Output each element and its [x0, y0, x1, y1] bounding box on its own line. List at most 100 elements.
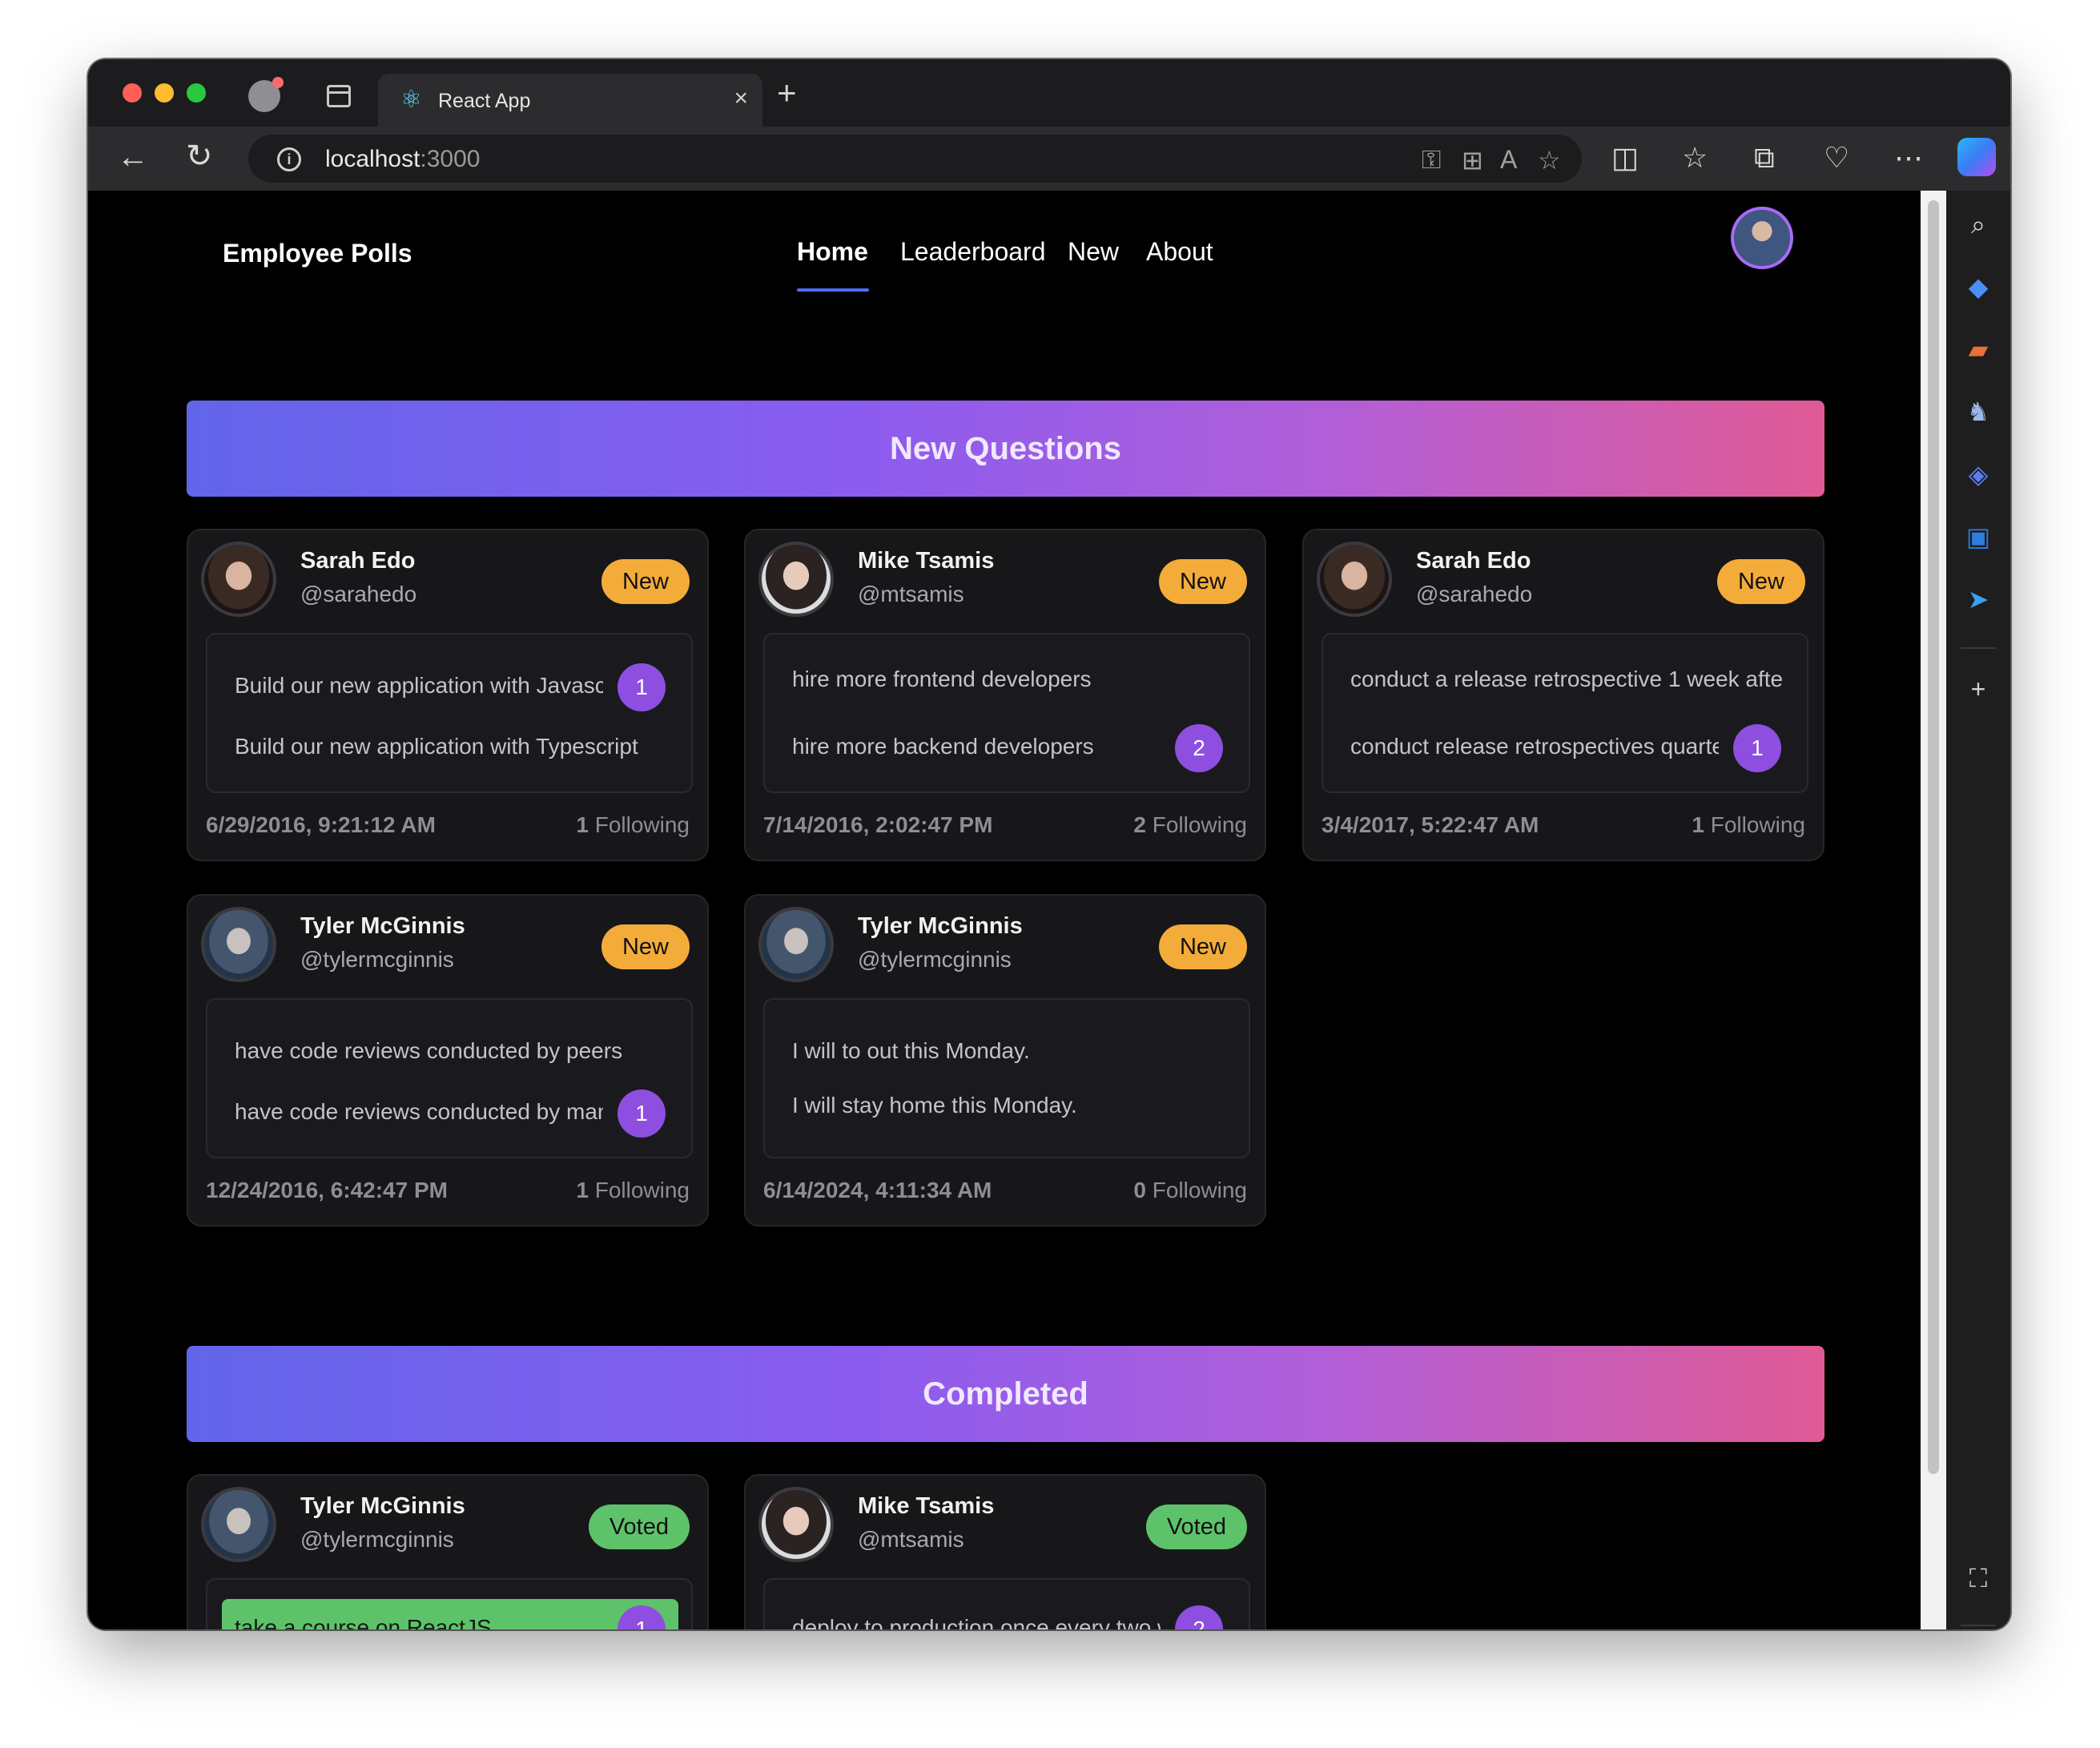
author-avatar	[758, 907, 834, 982]
author-name: Tyler McGinnis	[858, 913, 1023, 939]
favorite-star-icon[interactable]: ☆	[1538, 145, 1561, 175]
url-field[interactable]: i localhost:3000 ⚿ ⊞ A ☆	[248, 135, 1582, 183]
vote-count-badge: 1	[618, 1605, 666, 1629]
collections-icon[interactable]: ⧉	[1754, 141, 1775, 175]
poll-card-completed[interactable]: Tyler McGinnis @tylermcginnis Voted take…	[187, 1474, 709, 1629]
nav-home[interactable]: Home	[797, 237, 868, 267]
close-window-button[interactable]	[123, 83, 142, 103]
poll-option-two[interactable]: I will stay home this Monday.	[779, 1077, 1236, 1136]
reload-icon[interactable]: ↻	[186, 138, 213, 175]
favorites-icon[interactable]: ☆	[1682, 141, 1708, 175]
page-scrollbar[interactable]	[1921, 191, 1946, 1629]
poll-options: deploy to production once every two week…	[763, 1578, 1250, 1629]
browser-essentials-icon[interactable]: ♡	[1824, 141, 1849, 175]
poll-card[interactable]: Tyler McGinnis @tylermcginnis New have c…	[187, 894, 709, 1226]
sidebar-divider	[1961, 1625, 1996, 1626]
apps-icon[interactable]: ⊞	[1462, 145, 1483, 175]
poll-option-one[interactable]: have code reviews conducted by peers	[222, 1022, 678, 1081]
option-text: I will stay home this Monday.	[792, 1093, 1077, 1118]
nav-leaderboard[interactable]: Leaderboard	[900, 237, 1045, 267]
author-name: Mike Tsamis	[858, 1493, 995, 1519]
following-count: 1 Following	[576, 812, 690, 837]
poll-option-two[interactable]: conduct release retrospectives quarterly…	[1338, 718, 1794, 777]
maximize-window-button[interactable]	[187, 83, 206, 103]
status-badge: Voted	[1145, 1504, 1247, 1549]
poll-option-one[interactable]: I will to out this Monday.	[779, 1022, 1236, 1081]
shopping-tag-icon[interactable]: ◆	[1961, 269, 1996, 304]
address-bar: ← ↻ i localhost:3000 ⚿ ⊞ A ☆ ◫ ☆ ⧉ ♡ ⋯	[88, 127, 2010, 191]
poll-option-selected[interactable]: take a course on ReactJS 1	[222, 1599, 678, 1629]
author-name: Tyler McGinnis	[300, 1493, 465, 1519]
tab-actions-icon[interactable]	[327, 85, 351, 107]
author-avatar	[201, 1487, 276, 1562]
status-badge: New	[601, 559, 690, 604]
option-text: have code reviews conducted by managers	[235, 1099, 603, 1124]
url-text: localhost:3000	[325, 146, 481, 172]
poll-card[interactable]: Sarah Edo @sarahedo New conduct a releas…	[1302, 529, 1824, 861]
option-text: hire more backend developers	[792, 734, 1094, 759]
poll-date: 6/29/2016, 9:21:12 AM	[206, 812, 436, 837]
poll-option-one[interactable]: hire more frontend developers	[779, 650, 1236, 710]
author-handle: @tylermcginnis	[858, 947, 1012, 972]
outlook-icon[interactable]: ▣	[1961, 519, 1996, 554]
microsoft-365-icon[interactable]: ◈	[1961, 457, 1996, 492]
back-arrow-icon[interactable]: ←	[117, 139, 149, 175]
react-logo-icon: ⚛	[400, 87, 422, 113]
poll-card-completed[interactable]: Mike Tsamis @mtsamis Voted deploy to pro…	[744, 1474, 1266, 1629]
search-icon[interactable]: ⌕	[1961, 207, 1996, 242]
tools-briefcase-icon[interactable]: ▰	[1961, 332, 1996, 367]
author-handle: @sarahedo	[300, 582, 417, 606]
nav-about[interactable]: About	[1146, 237, 1213, 267]
option-text: deploy to production once every two week…	[792, 1615, 1161, 1629]
browser-profile-icon[interactable]	[248, 77, 284, 112]
author-name: Tyler McGinnis	[300, 913, 465, 939]
copilot-icon[interactable]	[1957, 138, 1996, 176]
poll-card[interactable]: Sarah Edo @sarahedo New Build our new ap…	[187, 529, 709, 861]
poll-option-two[interactable]: Build our new application with Typescrip…	[222, 718, 678, 777]
author-avatar	[758, 542, 834, 617]
minimize-window-button[interactable]	[155, 83, 174, 103]
vote-count-badge: 1	[618, 663, 666, 711]
poll-date: 6/14/2024, 4:11:34 AM	[763, 1178, 992, 1202]
read-aloud-icon[interactable]: A	[1500, 145, 1517, 175]
scrollbar-thumb[interactable]	[1928, 200, 1939, 1474]
poll-date: 12/24/2016, 6:42:47 PM	[206, 1178, 448, 1202]
more-menu-icon[interactable]: ⋯	[1894, 141, 1923, 175]
vote-count-badge: 1	[1733, 724, 1781, 772]
tab-react-app[interactable]: ⚛ React App ×	[378, 74, 762, 127]
key-icon[interactable]: ⚿	[1422, 145, 1441, 175]
split-screen-icon[interactable]: ◫	[1611, 141, 1639, 175]
option-text: take a course on ReactJS	[235, 1615, 492, 1629]
games-icon[interactable]: ♞	[1961, 394, 1996, 429]
author-avatar	[758, 1487, 834, 1562]
option-text: conduct release retrospectives quarterly	[1350, 734, 1719, 759]
poll-option-two[interactable]: hire more backend developers 2	[779, 718, 1236, 777]
poll-option-one[interactable]: Build our new application with Javascrip…	[222, 657, 678, 716]
send-icon[interactable]: ➤	[1961, 582, 1996, 617]
browser-window: ⚛ React App × + ← ↻ i localhost:3000 ⚿ ⊞…	[88, 59, 2010, 1629]
poll-card[interactable]: Mike Tsamis @mtsamis New hire more front…	[744, 529, 1266, 861]
option-text: Build our new application with Typescrip…	[235, 734, 638, 759]
poll-option-one[interactable]: deploy to production once every two week…	[779, 1599, 1236, 1629]
poll-card[interactable]: Tyler McGinnis @tylermcginnis New I will…	[744, 894, 1266, 1226]
site-info-icon[interactable]: i	[277, 147, 301, 171]
add-icon[interactable]: +	[1961, 671, 1996, 707]
tab-bar: ⚛ React App × +	[88, 59, 2010, 127]
new-tab-icon[interactable]: +	[777, 74, 797, 112]
nav-new[interactable]: New	[1068, 237, 1119, 267]
sidebar-divider	[1961, 647, 1996, 649]
app-brand: Employee Polls	[223, 239, 412, 268]
user-avatar[interactable]	[1731, 207, 1793, 269]
option-text: I will to out this Monday.	[792, 1038, 1030, 1063]
close-tab-icon[interactable]: ×	[734, 85, 748, 112]
poll-option-two[interactable]: have code reviews conducted by managers …	[222, 1083, 678, 1142]
author-avatar	[1317, 542, 1392, 617]
poll-date: 7/14/2016, 2:02:47 PM	[763, 812, 993, 837]
author-handle: @tylermcginnis	[300, 947, 454, 972]
tab-title: React App	[438, 90, 531, 112]
option-text: Build our new application with Javascrip…	[235, 673, 603, 698]
status-badge: New	[601, 924, 690, 969]
option-text: conduct a release retrospective 1 week a…	[1350, 667, 1783, 691]
screenshot-icon[interactable]: ⛶	[1961, 1561, 1996, 1596]
poll-option-one[interactable]: conduct a release retrospective 1 week a…	[1338, 650, 1794, 710]
